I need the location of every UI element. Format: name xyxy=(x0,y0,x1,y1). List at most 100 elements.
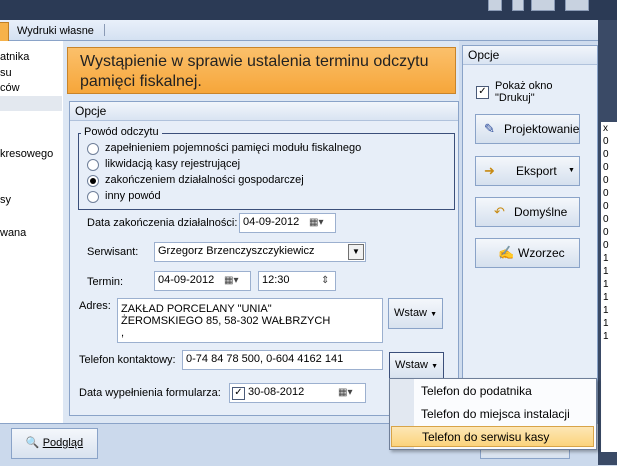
reason-label-2[interactable]: likwidacją kasy rejestrującej xyxy=(105,158,240,170)
menu-item-telefon-podatnika[interactable]: Telefon do podatnika xyxy=(391,381,594,402)
adres-line: , xyxy=(121,327,125,339)
wstaw-label: Wstaw xyxy=(394,307,427,319)
end-date-field[interactable]: 04-09-2012 ▦▾ xyxy=(239,213,336,233)
calendar-dropdown-icon[interactable]: ▦▾ xyxy=(338,387,352,398)
window-button[interactable] xyxy=(488,0,502,11)
adres-textarea[interactable]: ZAKŁAD PORCELANY "UNIA" ŻEROMSKIEGO 85, … xyxy=(117,298,383,343)
left-list-item[interactable]: kresowego xyxy=(0,148,53,160)
time-spin-icon[interactable]: ⇕ xyxy=(321,275,329,286)
chevron-down-icon: ▼ xyxy=(431,363,438,370)
podglad-label: Podgląd xyxy=(42,437,84,449)
eksport-label: Eksport xyxy=(516,164,557,178)
background-list-item: 0 xyxy=(603,227,609,238)
telefon-field[interactable]: 0-74 84 78 500, 0-604 4162 141 xyxy=(182,350,383,370)
calendar-dropdown-icon[interactable]: ▦▾ xyxy=(309,217,323,228)
termin-date-value: 04-09-2012 xyxy=(158,274,215,286)
left-list-selection xyxy=(0,96,62,111)
serwisant-label: Serwisant: xyxy=(87,246,139,258)
preview-icon: 🔍 xyxy=(25,437,40,449)
projektowanie-button[interactable]: ✎ Projektowanie xyxy=(475,114,580,144)
reason-label-3[interactable]: zakończeniem działalności gospodarczej xyxy=(105,174,304,186)
termin-label: Termin: xyxy=(87,276,124,288)
wzorzec-button[interactable]: ✍ Wzorzec xyxy=(475,238,580,268)
background-list-item: 1 xyxy=(603,266,609,277)
reason-radio-4[interactable] xyxy=(87,191,99,203)
menu-item-telefon-serwisu[interactable]: Telefon do serwisu kasy xyxy=(391,426,594,447)
domyslne-button[interactable]: ↶ Domyślne xyxy=(475,197,580,227)
window-button[interactable] xyxy=(565,0,589,11)
fill-date-checkbox[interactable]: ✓ xyxy=(232,387,245,400)
adres-label: Adres: xyxy=(79,300,111,312)
menu-item-telefon-instalacji[interactable]: Telefon do miejsca instalacji xyxy=(391,404,594,425)
eksport-button[interactable]: ➜ Eksport ▼ xyxy=(475,156,580,186)
design-icon: ✎ xyxy=(484,121,495,136)
phone-dropdown-menu: Telefon do podatnika Telefon do miejsca … xyxy=(389,378,597,450)
termin-time-field[interactable]: 12:30 ⇕ xyxy=(258,271,336,291)
end-date-value: 04-09-2012 xyxy=(243,216,300,228)
menu-item-label: Telefon do podatnika xyxy=(421,384,532,398)
menu-item-label: Telefon do serwisu kasy xyxy=(422,430,550,444)
left-list-item[interactable]: wana xyxy=(0,227,26,239)
window-button[interactable] xyxy=(512,0,524,11)
telefon-wstaw-button[interactable]: Wstaw ▼ xyxy=(389,352,444,379)
page-title: Wystąpienie w sprawie ustalenia terminu … xyxy=(67,47,456,94)
fill-date-field[interactable]: 30-08-2012 ▦▾ xyxy=(229,383,366,403)
chevron-down-icon[interactable]: ▼ xyxy=(348,244,364,260)
serwisant-select[interactable]: Grzegorz Brzenczyszczykiewicz xyxy=(154,242,366,262)
background-list-item: 0 xyxy=(603,188,609,199)
menu-item-label: Telefon do miejsca instalacji xyxy=(421,407,570,421)
background-list-item: 1 xyxy=(603,292,609,303)
reason-radio-2[interactable] xyxy=(87,159,99,171)
reason-legend: Powód odczytu xyxy=(81,126,162,138)
reason-radio-1[interactable] xyxy=(87,143,99,155)
projektowanie-label: Projektowanie xyxy=(504,122,580,136)
termin-date-field[interactable]: 04-09-2012 ▦▾ xyxy=(154,271,251,291)
podglad-button[interactable]: 🔍 Podgląd xyxy=(11,428,98,459)
domyslne-label: Domyślne xyxy=(514,205,568,219)
window-titlebar xyxy=(0,0,617,20)
show-print-checkbox[interactable]: ✓ xyxy=(476,86,489,99)
left-list-item[interactable]: ców xyxy=(0,82,20,94)
left-list: atnika su ców kresowego sy wana xyxy=(0,41,64,423)
end-date-label: Data zakończenia działalności: xyxy=(87,217,238,229)
background-list-item: 0 xyxy=(603,240,609,251)
fill-date-label: Data wypełnienia formularza: xyxy=(79,387,221,399)
wzorzec-label: Wzorzec xyxy=(518,246,565,260)
tab-active[interactable] xyxy=(0,22,9,42)
chevron-down-icon: ▼ xyxy=(568,167,575,174)
telefon-value: 0-74 84 78 500, 0-604 4162 141 xyxy=(186,353,344,365)
adres-wstaw-button[interactable]: Wstaw ▼ xyxy=(388,298,443,329)
tab-wydruki-wlasne[interactable]: Wydruki własne xyxy=(17,25,94,37)
termin-time-value: 12:30 xyxy=(262,274,290,286)
background-list-item: 0 xyxy=(603,136,609,147)
reason-radio-3[interactable] xyxy=(87,175,99,187)
background-list-item: 1 xyxy=(603,318,609,329)
telefon-label: Telefon kontaktowy: xyxy=(79,354,176,366)
fill-date-value: 30-08-2012 xyxy=(248,386,305,398)
tab-bar: Wydruki własne xyxy=(0,20,598,42)
background-list-item: 0 xyxy=(603,162,609,173)
wstaw-label: Wstaw xyxy=(395,359,428,371)
left-list-item[interactable]: su xyxy=(0,67,12,79)
adres-line: ŻEROMSKIEGO 85, 58-302 WAŁBRZYCH xyxy=(121,315,331,327)
options-group-title: Opcje xyxy=(70,102,458,121)
export-icon: ➜ xyxy=(484,163,495,178)
reason-label-1[interactable]: zapełnieniem pojemności pamięci modułu f… xyxy=(105,142,361,154)
calendar-dropdown-icon[interactable]: ▦▾ xyxy=(224,275,238,286)
show-print-label[interactable]: Pokaż okno "Drukuj" xyxy=(495,80,565,104)
chevron-down-icon: ▼ xyxy=(430,311,437,318)
undo-icon: ↶ xyxy=(494,204,505,219)
left-list-item[interactable]: atnika xyxy=(0,51,29,63)
background-list-item: 0 xyxy=(603,175,609,186)
template-icon: ✍ xyxy=(498,245,515,260)
background-list-item: 0 xyxy=(603,149,609,160)
right-options-title: Opcje xyxy=(463,46,597,65)
background-list-item: 1 xyxy=(603,305,609,316)
reason-label-4[interactable]: inny powód xyxy=(105,190,161,202)
adres-line: ZAKŁAD PORCELANY "UNIA" xyxy=(121,303,272,315)
left-list-item[interactable]: sy xyxy=(0,194,11,206)
background-list-item: 1 xyxy=(603,279,609,290)
window-button[interactable] xyxy=(531,0,555,11)
background-list-item: x xyxy=(603,123,608,134)
background-list: x 0 0 0 0 0 0 0 0 0 1 1 1 1 1 1 1 xyxy=(601,122,617,452)
